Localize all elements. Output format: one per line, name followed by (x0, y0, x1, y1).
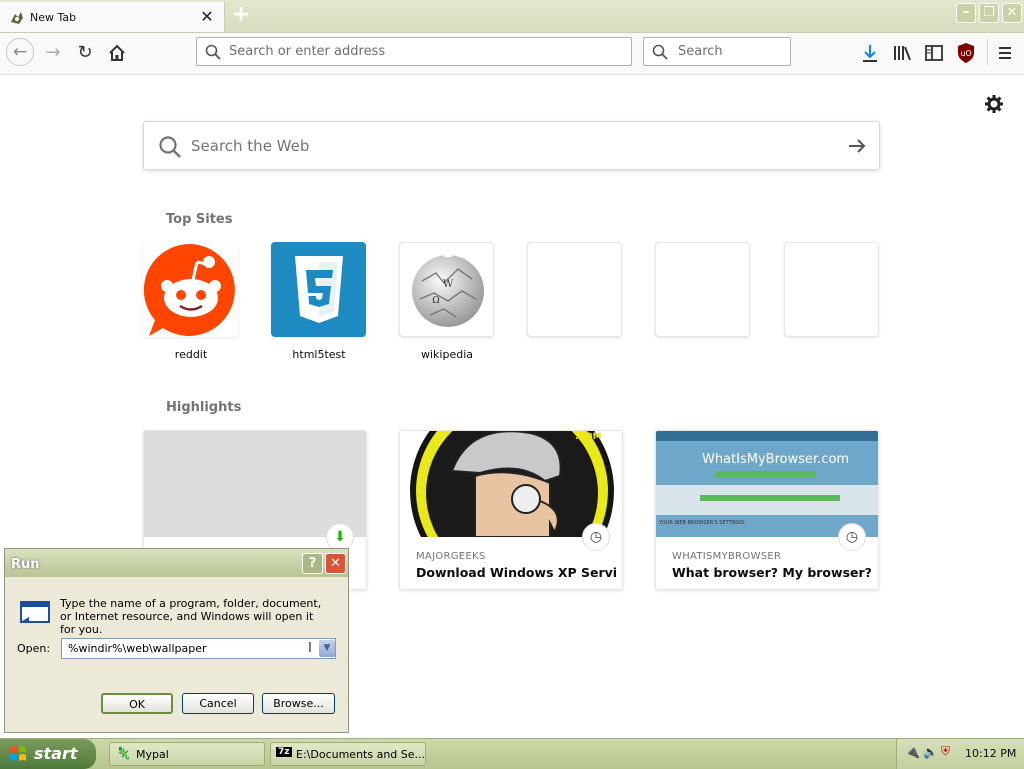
svg-text:.COM: .COM (575, 432, 602, 442)
empty-top-site-tile[interactable] (527, 242, 622, 337)
empty-top-site-tile[interactable] (784, 242, 879, 337)
help-button[interactable]: ? (302, 553, 323, 574)
task-label: Mypal (136, 748, 169, 761)
run-dialog: Run ? ✕ Type the name of a program, fold… (4, 548, 349, 733)
new-tab-icon[interactable]: + (230, 4, 252, 26)
sidebar-icon[interactable] (924, 43, 944, 63)
clock: 10:12 PM (965, 747, 1017, 760)
dialog-close-button[interactable]: ✕ (325, 553, 346, 574)
tab-title: New Tab (30, 11, 77, 24)
search-icon (205, 44, 221, 60)
majorgeeks-thumbnail: .COM (400, 431, 622, 537)
svg-text:W: W (443, 279, 454, 290)
search-icon (159, 136, 181, 158)
top-site-tile[interactable] (271, 242, 366, 337)
card-thumbnail (144, 431, 366, 537)
ok-button[interactable]: OK (101, 693, 173, 714)
top-site-label: wikipedia (420, 348, 473, 361)
web-search-placeholder: Search the Web (191, 137, 310, 155)
top-site-label: reddit (174, 348, 208, 361)
url-bar[interactable]: Search or enter address (196, 37, 632, 66)
back-icon[interactable]: ← (6, 38, 34, 66)
browse-button[interactable]: Browse... (262, 693, 335, 714)
text-cursor-icon: I (308, 641, 312, 656)
top-site-tile[interactable]: W Ω (399, 242, 494, 337)
reload-icon[interactable]: ↻ (73, 41, 97, 65)
shield-icon[interactable]: ⛨ (941, 744, 950, 759)
card-title: What browser? My browser? Is... (672, 565, 872, 580)
open-field[interactable]: %windir%\web\wallpaper (68, 642, 207, 655)
clock-icon: ◷ (582, 523, 610, 551)
nav-toolbar: ← → ↻ Search or enter address Search uO (0, 33, 1024, 75)
card-source: MAJORGEEKS (416, 551, 486, 562)
thumb-subheading: YOUR WEB BROWSER'S SETTINGS: (659, 520, 746, 526)
open-combobox[interactable]: %windir%\web\wallpaper I ▼ (61, 638, 336, 659)
whatismybrowser-thumbnail: WhatIsMyBrowser.com YOUR WEB BROWSER'S S… (656, 431, 878, 537)
search-bar[interactable]: Search (643, 37, 791, 66)
mypal-icon: 🦎 (116, 746, 131, 760)
empty-top-site-tile[interactable] (655, 242, 750, 337)
wikipedia-icon: W Ω (412, 249, 484, 327)
arrow-right-icon[interactable] (846, 136, 868, 156)
forward-icon[interactable]: → (41, 41, 65, 65)
run-description: Type the name of a program, folder, docu… (60, 597, 322, 636)
close-tab-icon[interactable]: ✕ (198, 8, 216, 26)
url-placeholder: Search or enter address (229, 44, 386, 59)
windows-logo-icon (10, 746, 26, 761)
safely-remove-icon[interactable]: 🔌 (905, 745, 920, 759)
card-source: WHATISMYBROWSER (672, 551, 782, 562)
search-icon (652, 44, 668, 60)
tab-strip: New Tab ✕ + – ❐ ✕ (0, 0, 1024, 33)
search-placeholder: Search (678, 44, 723, 59)
toolbar-separator (987, 39, 988, 65)
home-icon[interactable] (107, 43, 127, 63)
task-label: E:\Documents and Se... (296, 748, 426, 761)
gear-icon[interactable] (984, 94, 1004, 114)
mypal-icon (11, 12, 23, 24)
svg-text:uO: uO (960, 49, 971, 58)
download-icon: ⬇ (326, 523, 354, 551)
minimize-icon[interactable]: – (956, 3, 976, 23)
clock-icon: ◷ (838, 523, 866, 551)
volume-icon[interactable]: 🔈 (923, 745, 938, 759)
chevron-down-icon[interactable]: ▼ (319, 640, 335, 657)
tab-new-tab[interactable]: New Tab ✕ (0, 2, 225, 32)
start-label: start (34, 744, 78, 763)
dialog-title: Run (11, 557, 40, 572)
html5-icon (295, 256, 343, 323)
highlight-card[interactable]: WhatIsMyBrowser.com YOUR WEB BROWSER'S S… (655, 430, 879, 590)
run-titlebar[interactable]: Run ? ✕ (5, 549, 348, 577)
7zip-icon: 7z (276, 747, 292, 757)
start-button[interactable]: start (0, 739, 96, 769)
run-icon (19, 601, 50, 623)
taskbar: start 🦎 Mypal 7z E:\Documents and Se... … (0, 738, 1024, 769)
svg-text:Ω: Ω (432, 296, 439, 306)
open-label: Open: (17, 642, 51, 655)
top-site-label: html5test (292, 348, 346, 361)
highlight-card[interactable]: .COM ◷ MAJORGEEKS Download Windows XP Se… (399, 430, 623, 590)
cancel-button[interactable]: Cancel (182, 693, 254, 714)
highlights-heading: Highlights (166, 400, 242, 415)
card-title: Download Windows XP Service ... (416, 565, 616, 580)
top-site-tile[interactable] (143, 242, 238, 337)
system-tray: 🔌 🔈 ⛨ 10:12 PM (896, 739, 1024, 769)
taskbar-item-mypal[interactable]: 🦎 Mypal (109, 742, 265, 766)
web-search-box[interactable]: Search the Web (143, 121, 880, 170)
menu-icon[interactable] (995, 43, 1015, 63)
library-icon[interactable] (892, 43, 912, 63)
top-sites-heading: Top Sites (166, 212, 233, 227)
reddit-icon (143, 243, 235, 336)
thumb-heading: WhatIsMyBrowser.com (702, 452, 850, 467)
restore-icon[interactable]: ❐ (979, 3, 999, 23)
ublock-icon[interactable]: uO (956, 42, 976, 64)
download-icon[interactable] (860, 43, 880, 63)
taskbar-item-7zip[interactable]: 7z E:\Documents and Se... (270, 742, 426, 766)
window-close-icon[interactable]: ✕ (1002, 3, 1022, 23)
